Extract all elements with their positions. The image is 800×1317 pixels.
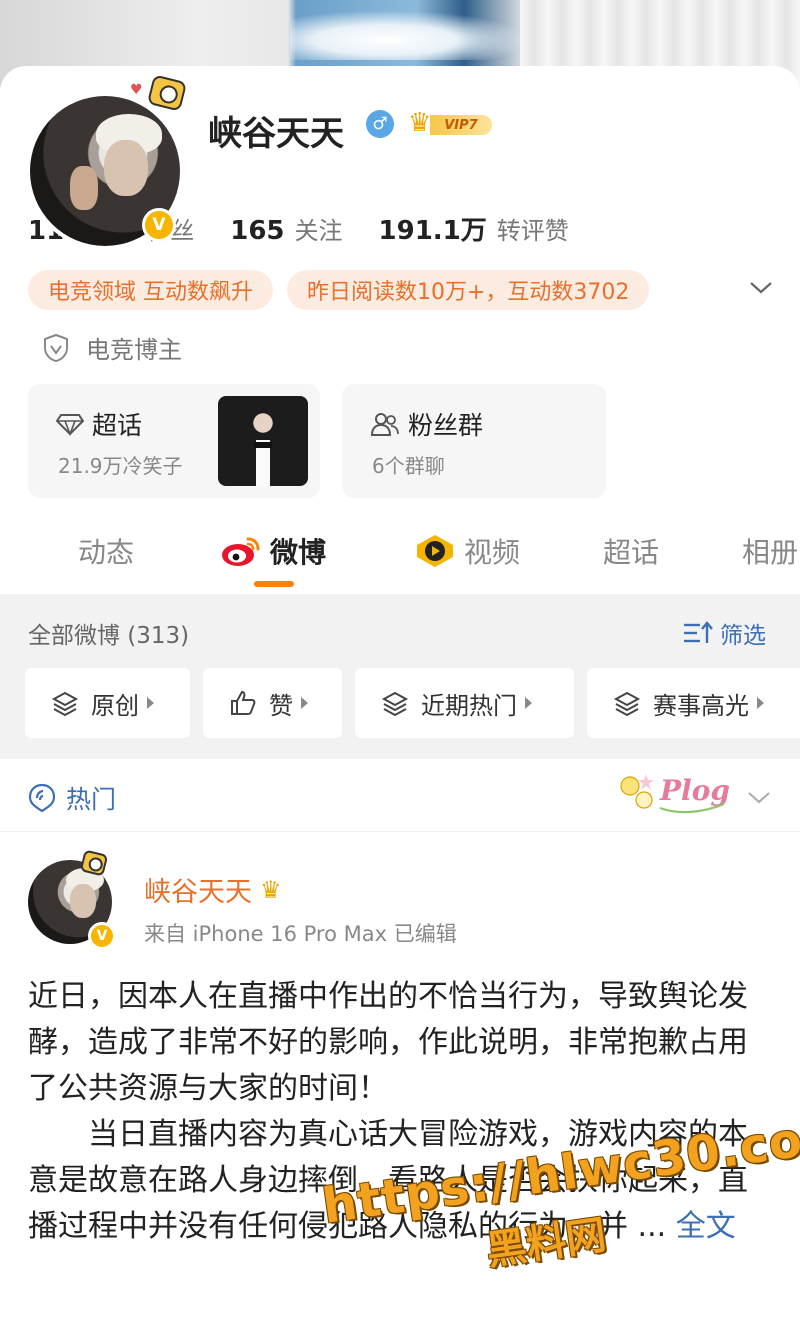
chip-liked[interactable]: 赞 (203, 668, 342, 738)
profile-tabs: 动态 微博 视频 超话 相册 (0, 521, 800, 591)
super-topic-subtitle: 21.9万冷笑子 (58, 454, 183, 478)
tag-esports-domain[interactable]: 电竞领域 互动数飙升 (28, 270, 273, 310)
expand-tags-chevron-down-icon[interactable] (748, 274, 774, 300)
tab-weibo[interactable]: 微博 (220, 531, 326, 571)
post-paragraph-2: 当日直播内容为真心话大冒险游戏，游戏内容的本意是故意在路人身边摔倒，看路人是否会… (28, 1117, 748, 1244)
following-count[interactable]: 165 (230, 216, 284, 246)
tab-activity[interactable]: 动态 (78, 531, 134, 571)
read-more-link[interactable]: 全文 (676, 1209, 736, 1244)
video-play-icon (417, 535, 453, 567)
hot-section-header: 热门 Plog (0, 760, 800, 832)
post-author-name-row[interactable]: 峡谷天天 ♛ (144, 870, 282, 909)
active-tab-indicator (254, 581, 294, 587)
post-author-name: 峡谷天天 (144, 877, 252, 908)
all-posts-count: 全部微博 (313) (28, 623, 190, 649)
male-gender-icon: ♂ (366, 110, 394, 138)
fan-group-title: 粉丝群 (408, 411, 484, 440)
following-label[interactable]: 关注 (295, 211, 343, 246)
crown-icon: ♛ (260, 875, 282, 904)
super-topic-thumbnail (218, 396, 308, 486)
engagement-count: 191.1万 (378, 216, 487, 246)
tab-super-topic[interactable]: 超话 (603, 531, 659, 571)
profile-tags: 电竞领域 互动数飙升 昨日阅读数10万+，互动数3702 (28, 270, 663, 310)
filter-button[interactable]: 筛选 (682, 616, 766, 650)
profile-header: ♥ V 峡谷天天 ♂ ♛ VIP7 110.8万 粉丝 165 关注 191.1… (0, 66, 800, 598)
layers-icon (51, 691, 79, 717)
chip-original[interactable]: 原创 (25, 668, 190, 738)
chip-arrow-icon (147, 697, 154, 709)
profile-name: 峡谷天天 (208, 114, 344, 154)
post-body[interactable]: 近日，因本人在直播中作出的不恰当行为，导致舆论发酵，造成了非常不好的影响，作此说… (28, 974, 756, 1250)
post-paragraph-1: 近日，因本人在直播中作出的不恰当行为，导致舆论发酵，造成了非常不好的影响，作此说… (28, 979, 748, 1106)
group-icon (370, 413, 399, 436)
chip-arrow-icon (757, 697, 764, 709)
chip-match-highlights[interactable]: 赛事高光 (587, 668, 800, 738)
fan-group-subtitle: 6个群聊 (372, 454, 445, 478)
post-source: 来自 iPhone 16 Pro Max 已编辑 (144, 922, 457, 946)
hot-label-button[interactable]: 热门 (28, 780, 116, 816)
filter-icon (684, 621, 713, 643)
cover-wave (290, 10, 530, 60)
post-verified-badge: V (88, 922, 116, 950)
certification-label: 电竞博主 (86, 336, 182, 364)
filter-label: 筛选 (720, 623, 766, 649)
location-hot-icon (28, 783, 56, 813)
tab-album[interactable]: 相册 (742, 531, 798, 571)
plog-sticker: Plog (620, 774, 730, 814)
vip-badge[interactable]: ♛ VIP7 (408, 108, 494, 138)
layers-icon (381, 691, 409, 717)
profile-avatar[interactable]: ♥ V (26, 74, 188, 250)
camera-pendant-icon (146, 74, 188, 112)
tag-daily-reads[interactable]: 昨日阅读数10万+，互动数3702 (287, 270, 650, 310)
hot-chevron-down-icon[interactable] (746, 784, 772, 810)
heart-icon: ♥ (130, 82, 143, 98)
super-topic-title: 超话 (92, 411, 143, 440)
hot-label: 热门 (66, 785, 117, 814)
certification-row[interactable]: 电竞博主 (42, 330, 182, 365)
thumbs-up-icon (231, 690, 256, 715)
chip-arrow-icon (525, 697, 532, 709)
plog-sticker-text: Plog (659, 774, 730, 807)
shield-icon (44, 333, 68, 362)
engagement-label: 转评赞 (496, 217, 569, 245)
fan-group-card[interactable]: 粉丝群 6个群聊 (342, 384, 606, 498)
verified-badge: V (142, 208, 176, 242)
chip-arrow-icon (301, 697, 308, 709)
diamond-icon (56, 414, 84, 436)
weibo-logo-icon (222, 537, 260, 566)
chip-recent-hot[interactable]: 近期热门 (355, 668, 574, 738)
layers-icon (613, 691, 641, 717)
tab-video[interactable]: 视频 (414, 531, 520, 571)
feed-toolbar: 全部微博 (313) 筛选 原创 赞 近期热门 赛事高光 (0, 594, 800, 759)
vip-level: VIP7 (430, 115, 492, 135)
super-topic-card[interactable]: 超话 21.9万冷笑子 (28, 384, 320, 498)
